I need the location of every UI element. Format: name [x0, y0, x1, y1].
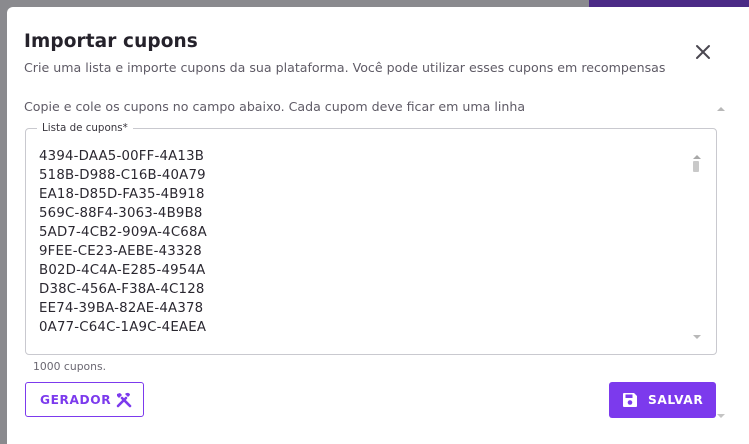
coupon-list-label: Lista de cupons*: [37, 122, 133, 135]
dialog-title: Importar cupons: [24, 31, 198, 52]
coupon-line: 9FEE-CE23-AEBE-43328: [39, 244, 202, 259]
close-button[interactable]: [689, 38, 717, 66]
close-icon: [696, 45, 710, 59]
coupon-count: 1000 cupons.: [33, 360, 107, 373]
dialog-scroll-up-arrow[interactable]: [717, 106, 725, 112]
dialog-subtitle: Crie uma lista e importe cupons da sua p…: [24, 60, 666, 75]
textarea-scroll-down-arrow[interactable]: [693, 334, 701, 340]
textarea-scroll-up-arrow[interactable]: [693, 154, 701, 160]
generator-button[interactable]: GERADOR: [25, 382, 144, 417]
coupon-line: 518B-D988-C16B-40A79: [39, 168, 206, 183]
coupon-line: 0A77-C64C-1A9C-4EAEA: [39, 320, 207, 335]
import-coupons-dialog: Importar cupons Crie uma lista e importe…: [7, 7, 749, 444]
floppy-disk-icon: [623, 393, 637, 407]
save-button-label: SALVAR: [648, 393, 704, 407]
coupon-list-textarea[interactable]: 4394-DAA5-00FF-4A13B 518B-D988-C16B-40A7…: [39, 147, 679, 337]
textarea-scrollbar-thumb[interactable]: [693, 161, 699, 172]
coupon-line: 5AD7-4CB2-909A-4C68A: [39, 225, 207, 240]
save-button[interactable]: SALVAR: [609, 382, 716, 418]
generator-button-label: GERADOR: [40, 392, 112, 407]
coupon-list-field[interactable]: Lista de cupons* 4394-DAA5-00FF-4A13B 51…: [25, 122, 717, 355]
coupon-line: B02D-4C4A-E285-4954A: [39, 263, 206, 278]
tools-icon: [116, 392, 132, 408]
instruction-text: Copie e cole os cupons no campo abaixo. …: [24, 99, 526, 114]
coupon-line: 4394-DAA5-00FF-4A13B: [39, 149, 205, 164]
coupon-line: D38C-456A-F38A-4C128: [39, 282, 205, 297]
coupon-line: 569C-88F4-3063-4B9B8: [39, 206, 203, 221]
coupon-line: EE74-39BA-82AE-4A378: [39, 301, 204, 316]
coupon-line: EA18-D85D-FA35-4B918: [39, 187, 205, 202]
dialog-scroll-down-arrow[interactable]: [717, 413, 725, 419]
